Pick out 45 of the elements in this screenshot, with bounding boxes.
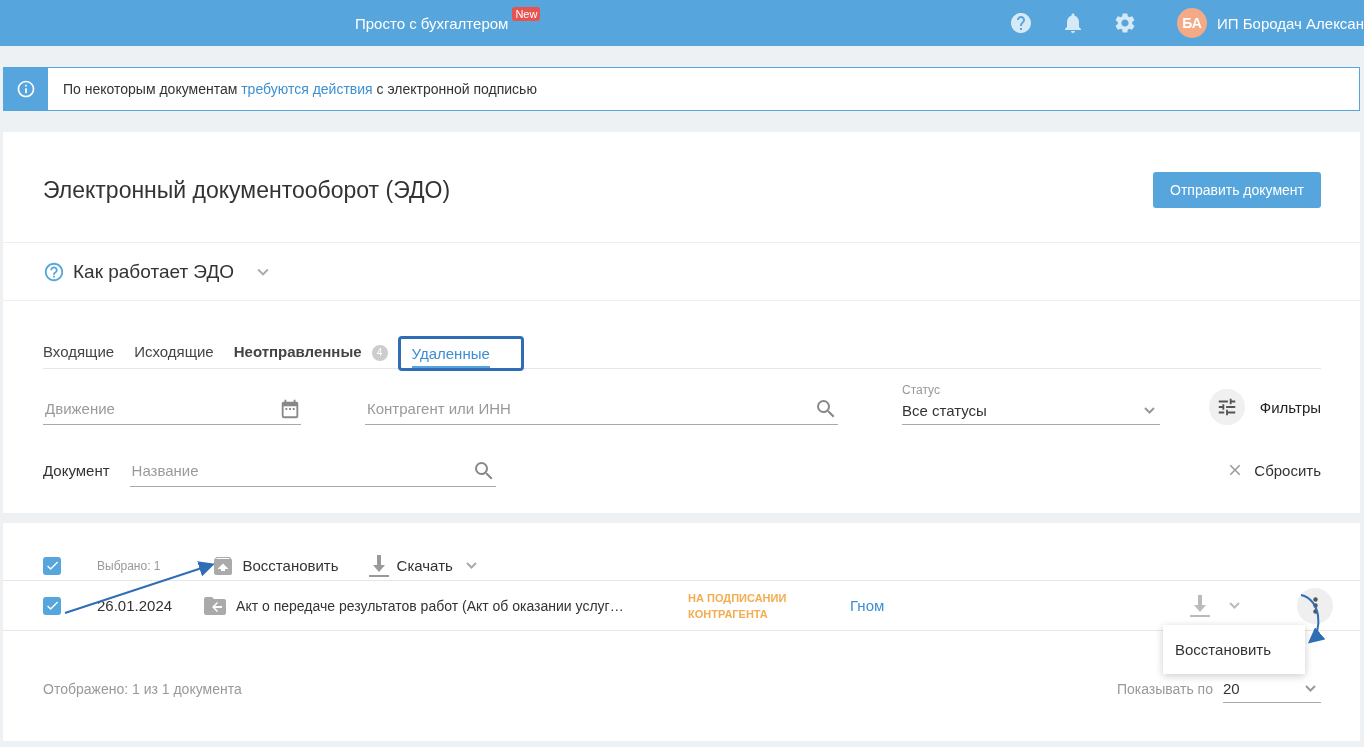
help-title[interactable]: Как работает ЭДО [73, 260, 235, 283]
tab[interactable]: Неотправленные [233, 339, 362, 366]
notice-link[interactable]: требуются действия [241, 81, 373, 97]
chevron-icon [1144, 407, 1155, 414]
restore-button[interactable]: Восстановить [210, 553, 339, 578]
document-label: Документ [43, 462, 110, 479]
tab[interactable]: Удаленные [411, 341, 490, 368]
reset-button[interactable]: Сбросить [1226, 461, 1321, 487]
download-button[interactable]: Скачать [368, 554, 482, 577]
date-cell: 26.01.2024 [97, 597, 173, 614]
filters-button[interactable]: Фильтры [1208, 389, 1321, 425]
select-all-checkbox[interactable] [43, 556, 61, 575]
name-field[interactable]: Название [129, 461, 472, 480]
status-select[interactable]: Все статусы [902, 397, 1160, 425]
new-badge: New [512, 7, 541, 21]
annotation-arrow [1300, 594, 1325, 644]
status-cell-text: НА ПОДПИСАНИИ КОНТРАГЕНТА [688, 590, 788, 622]
more-icon [1312, 597, 1318, 614]
tab[interactable]: Исходящие [134, 339, 214, 366]
download-icon [368, 554, 389, 577]
shown-count: Отображено: 1 из 1 документа [43, 681, 242, 697]
folder-icon [204, 596, 227, 615]
settings-icon[interactable] [1113, 11, 1137, 35]
per-page-select[interactable]: 20 [1223, 675, 1321, 703]
more-button[interactable] [1297, 587, 1333, 624]
help-icon [43, 260, 65, 283]
document-title[interactable]: Акт о передаче результатов работ (Акт об оказании услуг… [236, 597, 657, 614]
info-icon [16, 79, 36, 99]
date-field[interactable]: Движение [43, 399, 279, 418]
selected-count: Выбрано: 1 [97, 558, 161, 573]
download-icon [1190, 594, 1210, 617]
menu-item[interactable]: Восстановить [1175, 641, 1293, 658]
chevron-icon [1229, 602, 1240, 609]
help-icon[interactable] [1009, 11, 1033, 35]
notice-text: По некоторым документам требуются действия с электронной подписью [63, 81, 537, 97]
calendar-icon[interactable] [279, 397, 301, 420]
tab[interactable]: Входящие [43, 339, 115, 366]
counterparty-field[interactable]: Контрагент или ИНН [365, 399, 814, 418]
chevron-icon [1305, 685, 1316, 692]
counterparty-link[interactable]: Гном [850, 597, 885, 614]
per-page-label: Показывать по [1116, 681, 1213, 697]
status-label: Статус [902, 383, 941, 397]
chevron-icon [465, 562, 477, 569]
row-checkbox[interactable] [43, 596, 61, 615]
page-title: Электронный документооборот (ЭДО) [43, 176, 451, 204]
